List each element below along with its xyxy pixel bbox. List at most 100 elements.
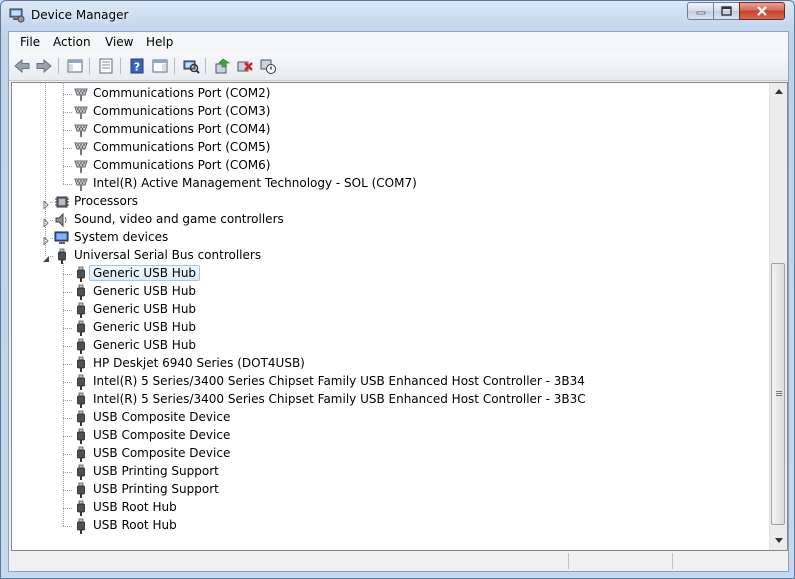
tree-row[interactable]: USB Printing Support (12, 463, 767, 481)
usb-icon (73, 374, 89, 390)
maximize-icon (721, 6, 732, 16)
usb-icon (73, 446, 89, 462)
maximize-button[interactable] (713, 2, 740, 20)
menu-bar: File Action View Help (9, 32, 788, 52)
collapse-arrow-icon[interactable] (42, 252, 50, 262)
tree-row[interactable]: Generic USB Hub (12, 301, 767, 319)
tree-row[interactable]: Communications Port (COM2) (12, 85, 767, 103)
speaker-icon (54, 212, 70, 228)
tree-row[interactable]: Intel(R) 5 Series/3400 Series Chipset Fa… (12, 391, 767, 409)
tree-row[interactable]: Communications Port (COM4) (12, 121, 767, 139)
tree-row-label: USB Root Hub (93, 518, 177, 532)
tree-row-label: USB Composite Device (93, 446, 231, 460)
tree-row-label: Intel(R) Active Management Technology - … (93, 176, 417, 190)
menu-action[interactable]: Action (53, 35, 91, 49)
tree-row-label: USB Printing Support (93, 464, 219, 478)
toolbar: ? (9, 52, 788, 81)
tree-row[interactable]: USB Composite Device (12, 445, 767, 463)
forward-icon[interactable] (35, 57, 53, 75)
vertical-scrollbar[interactable] (769, 83, 787, 550)
tree-row[interactable]: Generic USB Hub (12, 319, 767, 337)
show-action-pane-icon[interactable] (151, 57, 169, 75)
tree-row-label: System devices (74, 230, 169, 244)
tree-row[interactable]: USB Composite Device (12, 409, 767, 427)
expand-arrow-icon[interactable] (42, 216, 50, 229)
client-area: File Action View Help ? Communications P… (8, 31, 789, 572)
tree-row[interactable]: Processors (12, 193, 767, 211)
usb-icon (73, 266, 89, 282)
tree-row-selected[interactable]: Generic USB Hub (12, 265, 767, 283)
close-button[interactable] (739, 2, 785, 20)
properties-icon[interactable] (97, 57, 115, 75)
tree-row-label: Generic USB Hub (93, 320, 197, 334)
menu-file[interactable]: File (20, 35, 40, 49)
port-icon (73, 158, 89, 174)
tree-row[interactable]: Sound, video and game controllers (12, 211, 767, 229)
scroll-up-arrow-icon (774, 89, 783, 94)
minimize-icon (696, 11, 705, 15)
port-icon (73, 176, 89, 192)
menu-view[interactable]: View (105, 35, 133, 49)
device-tree[interactable]: Communications Port (COM2) Communications… (11, 82, 788, 551)
usb-icon (73, 392, 89, 408)
tree-row-label: Communications Port (COM5) (93, 140, 271, 154)
processor-icon (54, 194, 70, 210)
back-icon[interactable] (13, 57, 31, 75)
tree-row-label: HP Deskjet 6940 Series (DOT4USB) (93, 356, 305, 370)
usb-icon (73, 338, 89, 354)
usb-icon (73, 518, 89, 534)
help-icon[interactable]: ? (128, 57, 146, 75)
tree-row[interactable]: System devices (12, 229, 767, 247)
disable-device-icon[interactable] (259, 57, 277, 75)
tree-row[interactable]: USB Root Hub (12, 517, 767, 535)
computer-icon (54, 230, 70, 246)
port-icon (73, 104, 89, 120)
tree-row-label: Sound, video and game controllers (74, 212, 284, 226)
device-manager-icon (9, 8, 25, 23)
port-icon (73, 86, 89, 102)
menu-help[interactable]: Help (146, 35, 173, 49)
tree-row[interactable]: Intel(R) 5 Series/3400 Series Chipset Fa… (12, 373, 767, 391)
tree-row-label: Intel(R) 5 Series/3400 Series Chipset Fa… (93, 392, 586, 406)
expand-arrow-icon[interactable] (42, 234, 50, 247)
tree-row-label: USB Root Hub (93, 500, 177, 514)
tree-row-label: Generic USB Hub (89, 265, 201, 281)
tree-row-label: Generic USB Hub (93, 338, 197, 352)
tree-row[interactable]: Intel(R) Active Management Technology - … (12, 175, 767, 193)
title-bar[interactable]: Device Manager (1, 1, 794, 31)
tree-row-label: Universal Serial Bus controllers (74, 248, 262, 262)
tree-row[interactable]: Universal Serial Bus controllers (12, 247, 767, 265)
tree-row[interactable]: HP Deskjet 6940 Series (DOT4USB) (12, 355, 767, 373)
tree-row[interactable]: Communications Port (COM3) (12, 103, 767, 121)
usb-icon (73, 284, 89, 300)
tree-row[interactable]: USB Root Hub (12, 499, 767, 517)
usb-icon (73, 428, 89, 444)
tree-row[interactable]: Generic USB Hub (12, 283, 767, 301)
usb-icon (73, 410, 89, 426)
window-title: Device Manager (31, 8, 129, 22)
tree-row-label: Communications Port (COM3) (93, 104, 271, 118)
tree-row[interactable]: USB Printing Support (12, 481, 767, 499)
usb-icon (73, 500, 89, 516)
scroll-up-button[interactable] (770, 83, 787, 100)
usb-icon (73, 302, 89, 318)
scroll-down-button[interactable] (770, 532, 787, 549)
tree-row[interactable]: Generic USB Hub (12, 337, 767, 355)
usb-icon (73, 320, 89, 336)
update-driver-icon[interactable] (213, 57, 231, 75)
scroll-thumb[interactable] (771, 263, 785, 525)
scan-hardware-changes-icon[interactable] (182, 57, 200, 75)
tree-row-label: USB Composite Device (93, 428, 231, 442)
expand-arrow-icon[interactable] (42, 198, 50, 211)
tree-row[interactable]: Communications Port (COM6) (12, 157, 767, 175)
uninstall-device-icon[interactable] (236, 57, 254, 75)
tree-row[interactable]: Communications Port (COM5) (12, 139, 767, 157)
usb-icon (73, 464, 89, 480)
usb-icon (54, 248, 70, 264)
tree-row[interactable]: USB Composite Device (12, 427, 767, 445)
tree-row-label: USB Composite Device (93, 410, 231, 424)
show-hide-console-tree-icon[interactable] (66, 57, 84, 75)
scroll-down-arrow-icon (774, 538, 783, 543)
minimize-button[interactable] (687, 2, 714, 20)
tree-row-label: Communications Port (COM6) (93, 158, 271, 172)
